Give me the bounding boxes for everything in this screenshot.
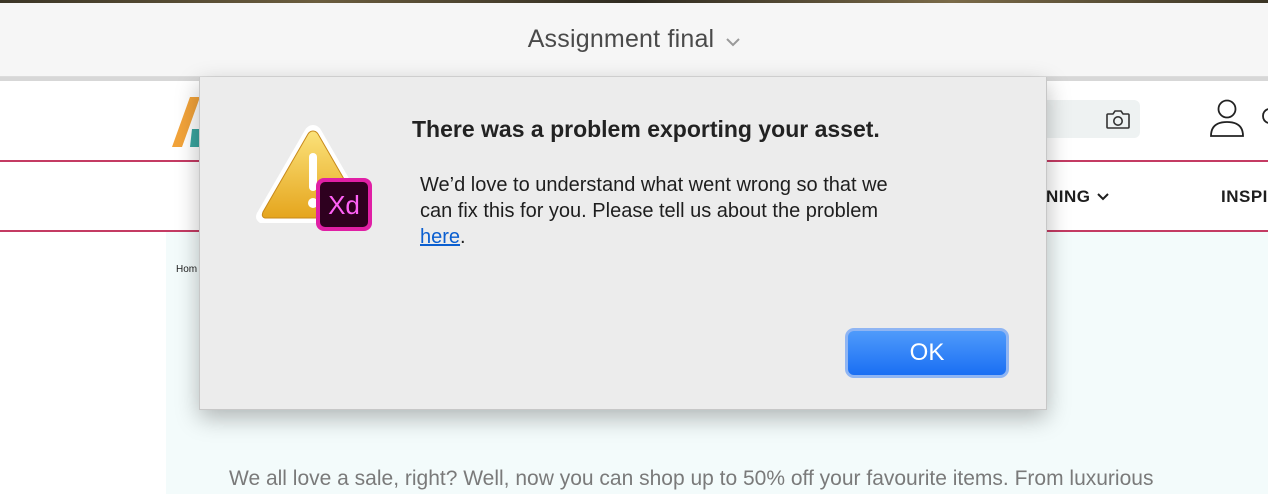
breadcrumb[interactable]: Hom [176, 264, 200, 275]
dialog-title: There was a problem exporting your asset… [412, 116, 880, 142]
adobe-xd-icon: Xd [316, 178, 372, 231]
ok-button[interactable]: OK [845, 328, 1009, 378]
chevron-down-icon[interactable] [726, 37, 741, 47]
cart-icon[interactable] [1262, 105, 1268, 127]
document-title[interactable]: Assignment final [528, 25, 715, 54]
intro-paragraph: We all love a sale, right? Well, now you… [229, 467, 1154, 490]
message-punctuation: . [460, 226, 466, 248]
message-line: can fix this for you. Please tell us abo… [420, 200, 879, 222]
nav-item-label: NING [1046, 187, 1091, 206]
feedback-link[interactable]: here [420, 226, 460, 248]
window-titlebar: Assignment final [0, 3, 1268, 77]
nav-item-learning[interactable]: NING [1046, 187, 1109, 207]
chevron-down-icon [1096, 193, 1109, 201]
camera-icon[interactable] [1105, 108, 1131, 130]
dialog-message: We’d love to understand what went wrong … [420, 172, 1010, 250]
user-icon[interactable] [1208, 98, 1246, 138]
export-error-dialog: Xd There was a problem exporting your as… [199, 77, 1047, 410]
xd-badge-text: Xd [328, 190, 360, 220]
nav-item-inspiration[interactable]: INSPI [1221, 187, 1268, 207]
message-line: We’d love to understand what went wrong … [420, 174, 888, 196]
